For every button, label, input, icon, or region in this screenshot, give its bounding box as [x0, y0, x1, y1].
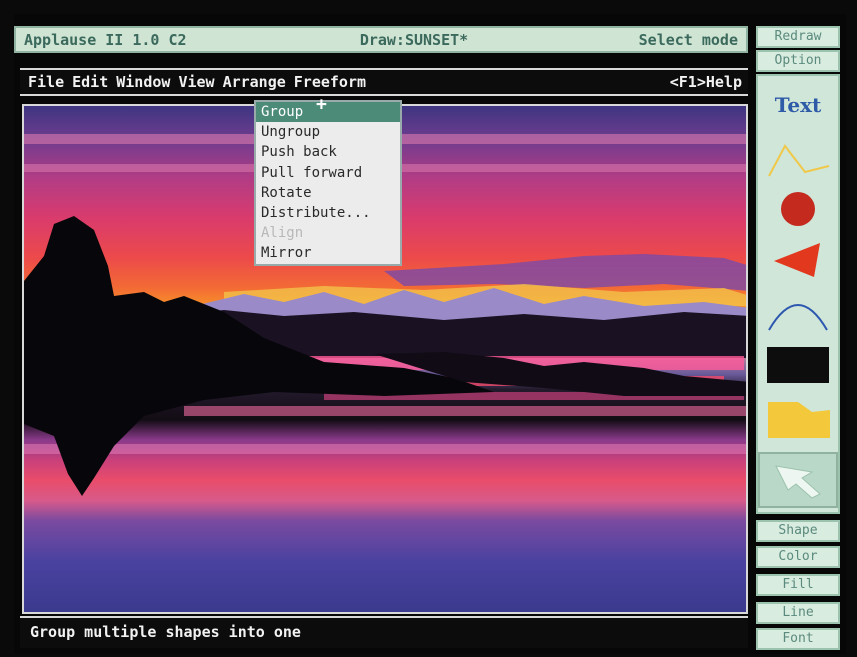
menu-item-push-back[interactable]: Push back	[256, 142, 400, 162]
rectangle-tool-icon[interactable]	[758, 344, 838, 386]
help-button[interactable]: <F1>Help	[670, 73, 748, 91]
arrow-select-tool-icon[interactable]	[758, 452, 838, 508]
menu-arrange[interactable]: Arrange	[223, 73, 286, 91]
menu-item-mirror[interactable]: Mirror	[256, 243, 400, 263]
option-button[interactable]: Option	[756, 50, 840, 72]
text-tool-icon[interactable]: Text	[758, 86, 838, 124]
fill-button[interactable]: Fill	[756, 574, 840, 596]
line-button[interactable]: Line	[756, 602, 840, 624]
circle-tool-icon[interactable]	[758, 188, 838, 230]
menu-item-group[interactable]: Group	[256, 102, 400, 123]
menu-item-pull-forward[interactable]: Pull forward	[256, 163, 400, 183]
status-bar: Group multiple shapes into one	[20, 616, 748, 648]
color-button[interactable]: Color	[756, 546, 840, 568]
mode-indicator: Select mode	[638, 30, 738, 49]
triangle-tool-icon[interactable]	[758, 238, 838, 280]
menu-window[interactable]: Window	[116, 73, 170, 91]
tool-panel: Redraw Option Text Shape Color Fill Line…	[752, 20, 844, 654]
arc-tool-icon[interactable]	[758, 288, 838, 336]
menu-view[interactable]: View	[178, 73, 214, 91]
menu-edit[interactable]: Edit	[72, 73, 108, 91]
menu-item-align: Align	[261, 225, 304, 242]
freeform-line-tool-icon[interactable]	[758, 134, 838, 182]
menu-file[interactable]: File	[28, 73, 64, 91]
application-screen: Applause II 1.0 C2 Draw:SUNSET* Select m…	[14, 14, 846, 654]
menu-item-ungroup[interactable]: Ungroup	[256, 122, 400, 142]
polygon-tool-icon[interactable]	[758, 396, 838, 442]
app-title: Applause II 1.0 C2	[24, 30, 187, 49]
menu-freeform[interactable]: Freeform	[294, 73, 366, 91]
shape-tools: Text	[756, 74, 840, 514]
menu-item-distribute[interactable]: Distribute...	[256, 203, 400, 223]
shape-button[interactable]: Shape	[756, 520, 840, 542]
crosshair-cursor-icon: +	[316, 94, 327, 115]
arrange-menu-dropdown: Group Ungroup Push back Pull forward Rot…	[254, 100, 402, 266]
document-title: Draw:SUNSET*	[359, 30, 469, 49]
title-bar: Applause II 1.0 C2 Draw:SUNSET* Select m…	[14, 26, 748, 53]
menu-item-rotate[interactable]: Rotate	[256, 183, 400, 203]
font-button[interactable]: Font	[756, 628, 840, 650]
menu-bar: File Edit Window View Arrange Freeform <…	[20, 68, 748, 96]
redraw-button[interactable]: Redraw	[756, 26, 840, 48]
